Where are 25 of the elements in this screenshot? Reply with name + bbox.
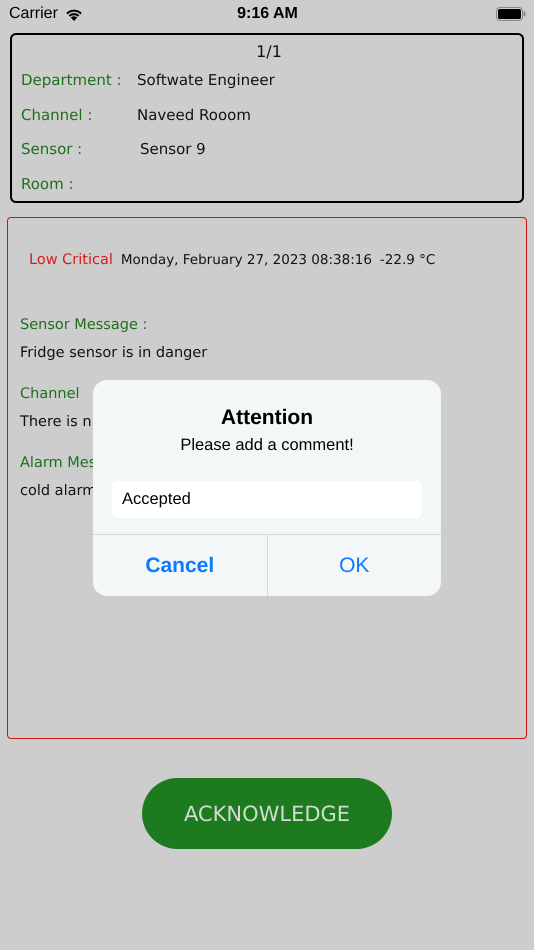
clock-time: 9:16 AM (237, 5, 298, 23)
message-heading: Channel (20, 385, 80, 404)
battery-icon (496, 7, 526, 21)
page-counter: 1/1 (256, 41, 282, 63)
temperature-reading: -22.9 °C (380, 252, 436, 268)
dialog-message: Please add a comment! (180, 436, 354, 455)
message-heading: Sensor Message : (20, 316, 148, 335)
wifi-icon (64, 6, 84, 22)
field-label: Room : (21, 174, 75, 193)
carrier-name: Carrier (9, 5, 58, 23)
dialog-title: Attention (220, 406, 314, 430)
field-label: Channel : (21, 106, 94, 124)
field-label: Sensor : (21, 140, 84, 158)
cancel-button[interactable]: Cancel (93, 535, 266, 596)
field-value: Naveed Rooom (137, 106, 251, 124)
alarm-timestamp: Monday, February 27, 2023 08:38:16 (120, 252, 372, 268)
ok-button[interactable]: OK (266, 535, 441, 596)
acknowledge-button[interactable]: ACKNOWLEDGE (142, 778, 392, 849)
comment-field[interactable]: Accepted (112, 481, 422, 518)
severity-label: Low Critical (29, 252, 113, 268)
field-label: Department : (21, 71, 123, 90)
message-text: There is n (20, 413, 92, 432)
message-text: Fridge sensor is in danger (20, 344, 208, 363)
field-value: Sensor 9 (140, 140, 206, 158)
field-value: Softwate Engineer (137, 71, 275, 90)
